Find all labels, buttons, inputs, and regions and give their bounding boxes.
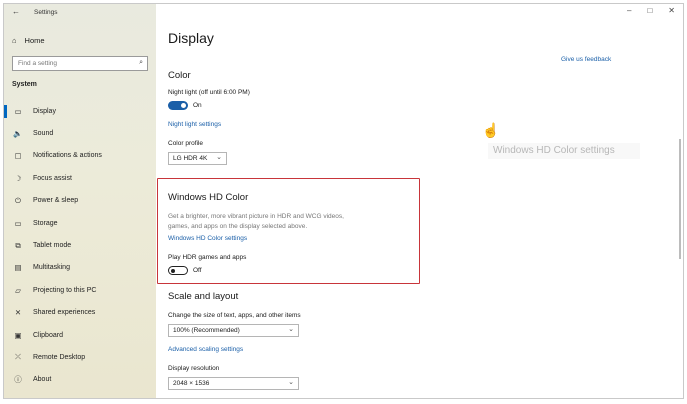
sidebar-item-clipboard[interactable]: ▣ Clipboard <box>4 324 156 346</box>
sidebar-item-multitasking[interactable]: ▤ Multitasking <box>4 257 156 279</box>
monitor-icon: ▭ <box>14 106 22 116</box>
sidebar-item-label: Notifications & actions <box>33 152 102 160</box>
chevron-down-icon: ⌄ <box>288 379 294 386</box>
sidebar-item-remote-desktop[interactable]: ⤫ Remote Desktop <box>4 346 156 368</box>
feedback-link[interactable]: Give us feedback <box>561 56 611 63</box>
sidebar-item-sound[interactable]: 🔈 Sound <box>4 122 156 144</box>
sidebar-item-label: Focus assist <box>33 174 72 182</box>
night-light-state: On <box>193 102 202 109</box>
resolution-label: Display resolution <box>168 365 220 372</box>
sidebar-item-label: Remote Desktop <box>33 353 86 361</box>
sidebar-item-storage[interactable]: ▭ Storage <box>4 212 156 234</box>
multitasking-icon: ▤ <box>14 263 22 273</box>
sidebar-item-label: Display <box>33 107 56 115</box>
page-title: Display <box>168 30 214 46</box>
shared-icon: ✕ <box>14 308 22 318</box>
hd-color-highlight-box <box>157 178 420 284</box>
chevron-down-icon: ⌄ <box>216 154 222 161</box>
back-arrow-icon[interactable]: ← <box>12 7 20 16</box>
sidebar-item-power-sleep[interactable]: ⏻ Power & sleep <box>4 190 156 212</box>
sidebar-item-about[interactable]: ⓘ About <box>4 369 156 391</box>
window-controls: – □ ✕ <box>627 6 675 15</box>
sidebar-item-home[interactable]: ⌂ Home <box>12 36 45 45</box>
sidebar-item-display[interactable]: ▭ Display <box>4 100 156 122</box>
color-heading: Color <box>168 70 191 81</box>
night-light-toggle[interactable] <box>168 101 188 110</box>
sidebar-item-label: Power & sleep <box>33 197 79 205</box>
sidebar-item-shared-experiences[interactable]: ✕ Shared experiences <box>4 302 156 324</box>
hand-cursor-icon: ☝ <box>482 122 500 138</box>
color-profile-value: LG HDR 4K <box>173 155 208 162</box>
sidebar-nav: ▭ Display 🔈 Sound ▢ Notifications & actions ☽ F… <box>4 100 156 391</box>
remote-desktop-icon: ⤫ <box>15 352 21 362</box>
night-light-label: Night light (off until 6:00 PM) <box>168 89 250 96</box>
sidebar-item-label: Sound <box>33 130 54 138</box>
advanced-scaling-link[interactable]: Advanced scaling settings <box>168 346 243 353</box>
sidebar-item-label: Multitasking <box>33 264 70 272</box>
moon-icon: ☽ <box>14 173 22 183</box>
sidebar-item-notifications-actions[interactable]: ▢ Notifications & actions <box>4 145 156 167</box>
section-label-system: System <box>12 81 37 88</box>
resolution-value: 2048 × 1536 <box>173 380 210 387</box>
title-bar: ← Settings <box>4 4 156 22</box>
text-size-label: Change the size of text, apps, and other… <box>168 312 301 319</box>
window-title: Settings <box>34 9 58 16</box>
chevron-down-icon: ⌄ <box>288 326 294 333</box>
sidebar-item-label: About <box>33 376 52 384</box>
sidebar-item-label: Projecting to this PC <box>33 286 97 294</box>
close-icon[interactable]: ✕ <box>668 6 675 15</box>
tooltip: Windows HD Color settings <box>488 143 640 159</box>
sidebar-item-label: Tablet mode <box>33 242 72 250</box>
minimize-icon[interactable]: – <box>627 6 631 15</box>
tablet-icon: ⧉ <box>15 240 21 250</box>
search-icon[interactable]: ⌕ <box>139 59 143 67</box>
text-size-value: 100% (Recommended) <box>173 327 240 334</box>
sidebar: ← Settings ⌂ Home Find a setting ⌕ Syste… <box>4 4 156 398</box>
scale-heading: Scale and layout <box>168 291 239 302</box>
projector-icon: ▱ <box>15 285 21 295</box>
power-icon: ⏻ <box>15 195 21 205</box>
search-input[interactable]: Find a setting ⌕ <box>12 56 148 71</box>
scrollbar[interactable] <box>679 139 681 259</box>
notification-icon: ▢ <box>14 151 22 161</box>
speaker-icon: 🔈 <box>13 129 23 139</box>
storage-icon: ▭ <box>14 218 22 228</box>
sidebar-item-focus-assist[interactable]: ☽ Focus assist <box>4 167 156 189</box>
home-icon: ⌂ <box>12 36 17 45</box>
info-icon: ⓘ <box>14 375 22 385</box>
text-size-dropdown[interactable]: 100% (Recommended) ⌄ <box>168 324 299 337</box>
sidebar-item-label: Shared experiences <box>33 309 96 317</box>
sidebar-item-label: Storage <box>33 219 58 227</box>
search-placeholder: Find a setting <box>18 60 58 67</box>
color-profile-label: Color profile <box>168 140 204 147</box>
home-label: Home <box>24 36 45 45</box>
color-profile-dropdown[interactable]: LG HDR 4K ⌄ <box>168 152 227 165</box>
sidebar-item-label: Clipboard <box>33 331 63 339</box>
clipboard-icon: ▣ <box>14 330 22 340</box>
night-light-settings-link[interactable]: Night light settings <box>168 121 221 128</box>
sidebar-item-projecting-to-this-pc[interactable]: ▱ Projecting to this PC <box>4 279 156 301</box>
sidebar-item-tablet-mode[interactable]: ⧉ Tablet mode <box>4 234 156 256</box>
resolution-dropdown[interactable]: 2048 × 1536 ⌄ <box>168 377 299 390</box>
maximize-icon[interactable]: □ <box>647 6 652 15</box>
